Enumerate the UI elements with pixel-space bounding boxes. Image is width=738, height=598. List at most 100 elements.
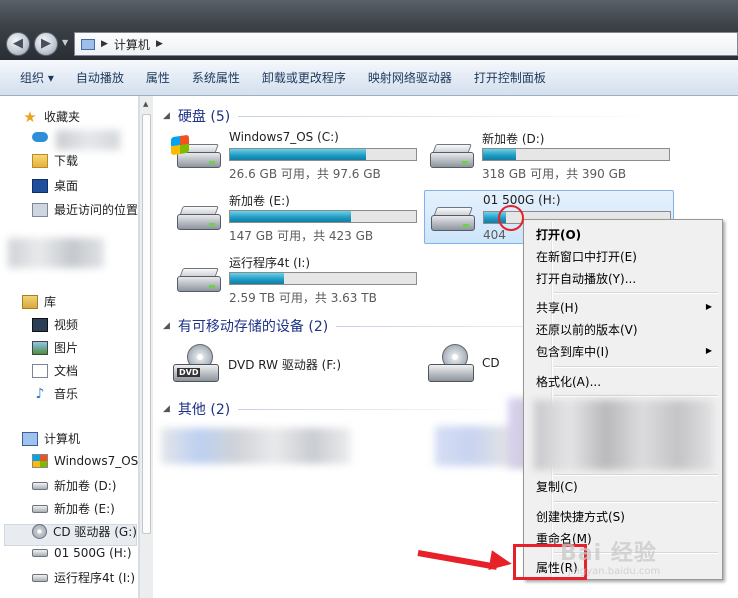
menu-item-share[interactable]: 共享(H) [536, 299, 578, 316]
sidebar-item-drive-d[interactable]: 新加卷 (D:) [32, 477, 116, 494]
windows-logo-icon [171, 134, 189, 156]
sidebar-item-videos[interactable]: 视频 [32, 316, 78, 333]
sidebar-item-computer[interactable]: 计算机 [22, 430, 80, 447]
cloud-icon [32, 132, 48, 142]
drive-tile-c[interactable]: Windows7_OS (C:) 26.6 GB 可用，共 97.6 GB [171, 128, 421, 182]
drive-name: 运行程序4t (I:) [229, 256, 311, 270]
usage-bar [229, 210, 417, 223]
sidebar-item-drive-g[interactable]: CD 驱动器 (G:) [32, 523, 137, 540]
sidebar-item-label: Windows7_OS [54, 454, 139, 468]
sidebar-item-drive-e[interactable]: 新加卷 (E:) [32, 500, 115, 517]
address-bar[interactable]: ▶ 计算机 ▶ [74, 32, 738, 56]
usage-bar-fill [230, 273, 284, 284]
menu-item-include-library[interactable]: 包含到库中(I) [536, 343, 609, 360]
libraries-icon [22, 294, 38, 309]
drive-tile-i[interactable]: 运行程序4t (I:) 2.59 TB 可用，共 3.63 TB [171, 252, 421, 306]
picture-icon [32, 340, 48, 355]
downloads-folder-icon [32, 153, 48, 168]
star-icon: ★ [23, 107, 37, 126]
desktop-icon [32, 178, 48, 193]
menu-item-open-new-window[interactable]: 在新窗口中打开(E) [536, 248, 637, 265]
menu-item-restore-versions[interactable]: 还原以前的版本(V) [536, 321, 638, 338]
computer-icon [22, 431, 38, 446]
drive-tile-dvd-f[interactable]: DVD DVD RW 驱动器 (F:) [153, 314, 403, 394]
sidebar-item-drive-i[interactable]: 运行程序4t (I:) [32, 569, 135, 586]
sidebar-item-label: 01 500G (H:) [54, 546, 132, 560]
sidebar-item-documents[interactable]: 文档 [32, 362, 78, 379]
sidebar-item-drive-h[interactable]: 01 500G (H:) [32, 546, 132, 560]
drive-tile-e[interactable]: 新加卷 (E:) 147 GB 可用，共 423 GB [171, 190, 421, 244]
menu-item-open[interactable]: 打开(O) [536, 226, 581, 243]
hard-drive-icon [32, 504, 48, 513]
cd-drive-icon [428, 344, 478, 388]
usage-bar-fill [483, 149, 517, 160]
uninstall-program-button[interactable]: 卸载或更改程序 [251, 69, 357, 86]
blurred-region [161, 428, 351, 464]
breadcrumb-arrow-icon[interactable]: ▶ [156, 39, 163, 49]
drive-name: 新加卷 (E:) [229, 194, 290, 208]
group-header-other[interactable]: ◢ 其他 (2) [163, 399, 509, 419]
sidebar-item-drive-c[interactable]: Windows7_OS [32, 454, 138, 468]
open-control-panel-button[interactable]: 打开控制面板 [463, 69, 557, 86]
sidebar-item-libraries[interactable]: 库 [22, 293, 56, 310]
watermark-logo: Bai 经验 [560, 541, 657, 566]
recent-pages-dropdown-icon[interactable]: ▼ [62, 38, 68, 47]
drive-space-info: 2.59 TB 可用，共 3.63 TB [229, 291, 377, 305]
hard-drive-icon [32, 573, 48, 582]
windows-drive-icon [32, 454, 48, 468]
drive-tile-d[interactable]: 新加卷 (D:) 318 GB 可用，共 390 GB [424, 128, 674, 182]
sidebar-item-pictures[interactable]: 图片 [32, 339, 78, 356]
dvd-drive-icon: DVD [173, 344, 223, 388]
sidebar-item-label: 音乐 [54, 387, 79, 401]
drive-name: Windows7_OS (C:) [229, 130, 339, 144]
group-header-hard-disks[interactable]: ◢ 硬盘 (5) [163, 106, 659, 126]
annotation-circle [498, 205, 524, 231]
autoplay-button[interactable]: 自动播放 [65, 69, 135, 86]
sidebar-item-downloads[interactable]: 下载 [32, 152, 78, 169]
collapse-icon[interactable]: ◢ [163, 404, 170, 414]
collapse-icon[interactable]: ◢ [163, 111, 170, 121]
menu-item-copy[interactable]: 复制(C) [536, 478, 578, 495]
sidebar-item-recent[interactable]: 最近访问的位置 [32, 201, 138, 218]
drive-tile-cd[interactable]: CD [408, 314, 528, 394]
breadcrumb-arrow-icon[interactable]: ▶ [101, 39, 108, 49]
drive-name: DVD RW 驱动器 (F:) [228, 358, 342, 372]
sidebar-item-label: 新加卷 (D:) [54, 479, 117, 493]
hard-drive-icon [430, 144, 476, 170]
system-properties-button[interactable]: 系统属性 [181, 69, 251, 86]
sidebar-item-desktop[interactable]: 桌面 [32, 177, 78, 194]
menu-item-autoplay[interactable]: 打开自动播放(Y)... [536, 270, 636, 287]
forward-button[interactable]: ▶ [34, 32, 58, 56]
blurred-region [8, 238, 104, 268]
sidebar-item-label: 收藏夹 [44, 110, 81, 124]
drive-space-info: 147 GB 可用，共 423 GB [229, 229, 374, 243]
sidebar-item-label: 图片 [54, 341, 79, 355]
menu-item-create-shortcut[interactable]: 创建快捷方式(S) [536, 508, 625, 525]
usage-bar-fill [230, 211, 351, 222]
sidebar-item-label: 库 [44, 295, 57, 309]
back-button[interactable]: ◀ [6, 32, 30, 56]
blurred-region [56, 130, 120, 150]
sidebar-item-label: 最近访问的位置 [54, 203, 139, 217]
breadcrumb-computer[interactable]: 计算机 [114, 36, 150, 53]
organize-button[interactable]: 组织 ▾ [0, 69, 65, 86]
scroll-up-icon[interactable]: ▲ [143, 100, 148, 108]
recent-places-icon [32, 202, 48, 217]
group-label: 其他 (2) [177, 402, 231, 418]
hard-drive-icon [177, 268, 223, 294]
sidebar-item-favorites[interactable]: ★ 收藏夹 [22, 108, 80, 125]
annotation-arrow-head [488, 550, 514, 574]
sidebar-scrollbar[interactable]: ▲ [139, 96, 153, 598]
submenu-arrow-icon: ▶ [705, 346, 712, 355]
sidebar-item-music[interactable]: ♪ 音乐 [32, 385, 78, 402]
sidebar-item-onedrive[interactable] [32, 132, 48, 142]
map-network-drive-button[interactable]: 映射网络驱动器 [357, 69, 463, 86]
properties-button[interactable]: 属性 [135, 69, 181, 86]
scrollbar-thumb[interactable] [142, 114, 151, 534]
menu-item-format[interactable]: 格式化(A)... [536, 373, 601, 390]
menu-separator [554, 292, 718, 294]
usage-bar [229, 148, 417, 161]
divider [238, 115, 659, 117]
sidebar-item-label: 计算机 [44, 432, 81, 446]
hard-drive-icon [431, 207, 477, 233]
